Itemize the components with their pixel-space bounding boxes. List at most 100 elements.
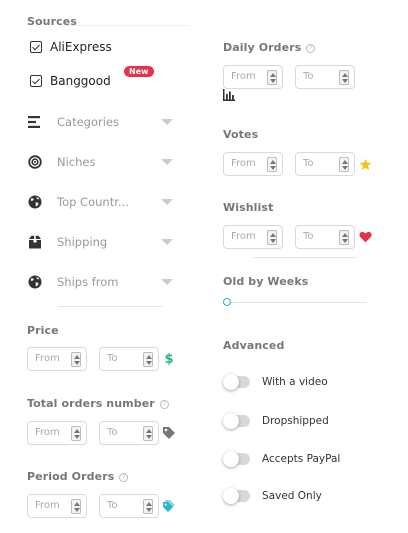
ships-from-label: Ships from: [57, 275, 119, 289]
total-orders-range: From To: [27, 421, 176, 445]
period-orders-to-input[interactable]: To: [99, 494, 159, 518]
saved-only-label: Saved Only: [262, 490, 322, 502]
period-orders-from-placeholder: From: [35, 500, 60, 511]
dropdown-categories[interactable]: Categories: [27, 114, 173, 130]
daily-orders-title: Daily Orders?: [223, 41, 316, 54]
price-from-input[interactable]: From: [27, 347, 87, 371]
banggood-label: Banggood: [50, 74, 111, 88]
chevron-down-icon: [161, 119, 173, 125]
price-range: From To $: [27, 347, 176, 371]
daily-orders-from-input[interactable]: From: [223, 65, 283, 89]
wishlist-to-placeholder: To: [303, 231, 314, 242]
daily-orders-to-input[interactable]: To: [295, 65, 355, 89]
accepts-paypal-switch[interactable]: [223, 451, 250, 467]
period-orders-from-input[interactable]: From: [27, 494, 87, 518]
period-orders-label: Period Orders: [27, 470, 115, 483]
daily-orders-from-placeholder: From: [231, 71, 256, 82]
wishlist-range: From To: [223, 225, 372, 249]
globe-icon: [27, 194, 43, 210]
toggle-accepts-paypal[interactable]: Accepts PayPal: [223, 451, 341, 467]
chevron-down-icon: [161, 199, 173, 205]
weeks-slider-track[interactable]: [227, 302, 367, 303]
with-video-switch[interactable]: [223, 374, 250, 390]
daily-orders-label: Daily Orders: [223, 41, 302, 54]
price-to-placeholder: To: [107, 353, 118, 364]
accepts-paypal-label: Accepts PayPal: [262, 453, 341, 465]
sources-divider: [60, 25, 190, 26]
niches-label: Niches: [57, 155, 96, 169]
daily-orders-range: From To: [223, 65, 355, 89]
total-orders-to-input[interactable]: To: [99, 421, 159, 445]
total-orders-title: Total orders number?: [27, 397, 169, 410]
new-badge: New: [124, 66, 154, 77]
old-by-weeks-title: Old by Weeks: [223, 275, 309, 288]
toggle-with-video[interactable]: With a video: [223, 374, 328, 390]
spinner-icon[interactable]: [71, 352, 81, 367]
aliexpress-label: AliExpress: [50, 40, 112, 54]
period-orders-to-placeholder: To: [107, 500, 118, 511]
sources-title: Sources: [27, 15, 77, 28]
spinner-icon[interactable]: [339, 230, 349, 245]
price-title: Price: [27, 324, 59, 337]
aliexpress-checkbox[interactable]: [30, 41, 42, 53]
spinner-icon[interactable]: [339, 157, 349, 172]
spinner-icon[interactable]: [71, 499, 81, 514]
dropshipped-label: Dropshipped: [262, 415, 329, 427]
tags-icon: [162, 499, 176, 513]
toggle-saved-only[interactable]: Saved Only: [223, 488, 322, 504]
spinner-icon[interactable]: [267, 230, 277, 245]
star-icon: [358, 157, 372, 171]
period-orders-range: From To: [27, 494, 176, 518]
list-icon: [27, 114, 43, 130]
spinner-icon[interactable]: [71, 426, 81, 441]
target-icon: [27, 154, 43, 170]
spinner-icon[interactable]: [339, 70, 349, 85]
spinner-icon[interactable]: [267, 70, 277, 85]
spinner-icon[interactable]: [143, 352, 153, 367]
daily-orders-to-placeholder: To: [303, 71, 314, 82]
toggle-dropshipped[interactable]: Dropshipped: [223, 413, 329, 429]
with-video-label: With a video: [262, 376, 328, 388]
dropshipped-switch[interactable]: [223, 413, 250, 429]
help-icon[interactable]: ?: [159, 400, 169, 409]
period-orders-title: Period Orders?: [27, 470, 129, 483]
votes-range: From To: [223, 152, 372, 176]
wishlist-from-placeholder: From: [231, 231, 256, 242]
spinner-icon[interactable]: [143, 426, 153, 441]
wishlist-to-input[interactable]: To: [295, 225, 355, 249]
chevron-down-icon: [161, 239, 173, 245]
votes-title: Votes: [223, 128, 259, 141]
spinner-icon[interactable]: [143, 499, 153, 514]
categories-label: Categories: [57, 115, 119, 129]
dropdown-niches[interactable]: Niches: [27, 154, 173, 170]
votes-from-placeholder: From: [231, 158, 256, 169]
saved-only-switch[interactable]: [223, 488, 250, 504]
price-from-placeholder: From: [35, 353, 60, 364]
dropdown-top-countries[interactable]: Top Countr...: [27, 194, 173, 210]
globe-icon: [27, 274, 43, 290]
shipping-label: Shipping: [57, 235, 108, 249]
spinner-icon[interactable]: [267, 157, 277, 172]
box-icon: [27, 234, 43, 250]
source-aliexpress[interactable]: AliExpress: [30, 40, 112, 54]
weeks-slider-handle[interactable]: [223, 298, 231, 306]
dropdown-ships-from[interactable]: Ships from: [27, 274, 173, 290]
price-to-input[interactable]: To: [99, 347, 159, 371]
banggood-checkbox[interactable]: [30, 75, 42, 87]
help-icon[interactable]: ?: [306, 44, 316, 53]
advanced-title: Advanced: [223, 339, 285, 352]
help-icon[interactable]: ?: [119, 473, 129, 482]
votes-from-input[interactable]: From: [223, 152, 283, 176]
votes-to-placeholder: To: [303, 158, 314, 169]
wishlist-from-input[interactable]: From: [223, 225, 283, 249]
source-banggood[interactable]: Banggood: [30, 74, 111, 88]
total-orders-to-placeholder: To: [107, 427, 118, 438]
wishlist-title: Wishlist: [223, 201, 274, 214]
chevron-down-icon: [161, 159, 173, 165]
right-divider: [253, 257, 357, 258]
total-orders-from-input[interactable]: From: [27, 421, 87, 445]
heart-icon: [358, 230, 372, 244]
votes-to-input[interactable]: To: [295, 152, 355, 176]
total-orders-from-placeholder: From: [35, 427, 60, 438]
dropdown-shipping[interactable]: Shipping: [27, 234, 173, 250]
